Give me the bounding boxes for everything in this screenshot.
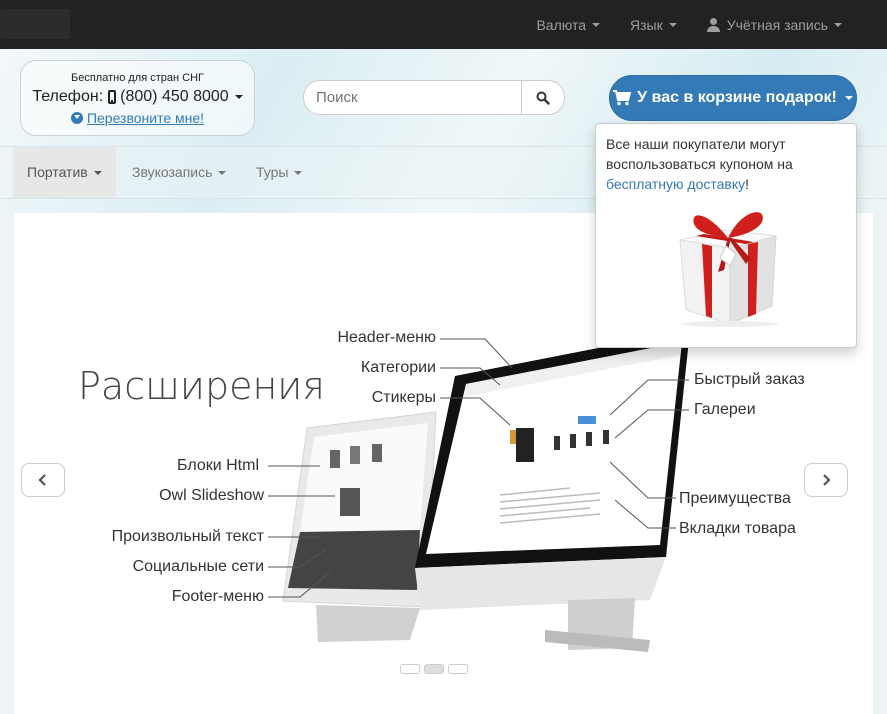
cart-dropdown: Все наши покупатели могут воспользоватьс… (595, 123, 857, 348)
carousel-indicator[interactable] (448, 664, 468, 674)
annotation-header-menu: Header-меню (337, 329, 436, 346)
annotation-product-tabs: Вкладки товара (679, 520, 796, 537)
carousel-indicator-active[interactable] (424, 664, 444, 674)
annotation-categories: Категории (360, 359, 436, 376)
dropdown-text-end: ! (745, 176, 750, 192)
carousel-next-button[interactable] (804, 463, 848, 497)
dropdown-text-line1: Все наши покупатели могут (606, 136, 786, 152)
carousel-indicators (400, 664, 468, 674)
carousel-prev-button[interactable] (21, 463, 65, 497)
carousel-indicator[interactable] (400, 664, 420, 674)
chevron-left-icon (38, 474, 46, 486)
gift-box-icon (679, 212, 778, 327)
monitors-illustration (268, 330, 690, 652)
dropdown-text-line2: воспользоваться купоном на (606, 156, 793, 172)
annotation-owl-slideshow: Owl Slideshow (159, 487, 264, 504)
free-shipping-link[interactable]: бесплатную доставку (606, 176, 745, 192)
chevron-right-icon (823, 474, 831, 486)
annotation-custom-text: Произвольный текст (111, 528, 264, 545)
annotation-stickers: Стикеры (371, 389, 436, 406)
annotation-advantages: Преимущества (679, 490, 791, 507)
annotation-galleries: Галереи (694, 401, 756, 418)
annotation-quick-order: Быстрый заказ (694, 371, 805, 388)
annotation-footer-menu: Footer-меню (171, 588, 264, 605)
annotation-social: Социальные сети (132, 558, 264, 575)
slide-title: Расширения (78, 364, 325, 408)
annotation-html-blocks: Блоки Html (177, 457, 259, 474)
